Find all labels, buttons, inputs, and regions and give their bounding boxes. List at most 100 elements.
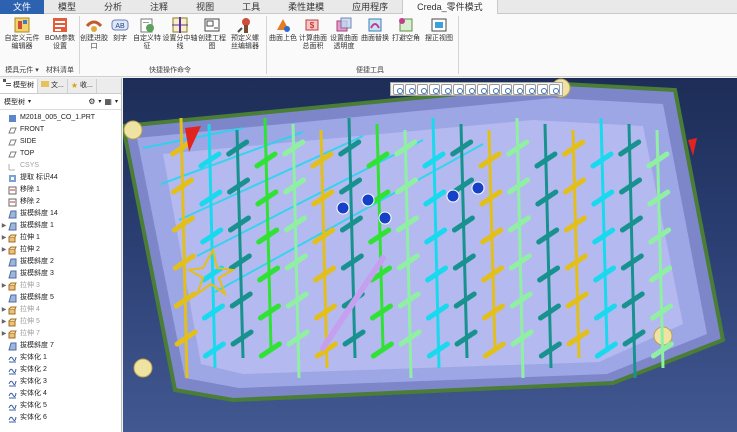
expand-arrow-icon[interactable]: ▶ (0, 280, 8, 292)
solidify-icon (8, 402, 17, 411)
tab-creda-part-mode[interactable]: Creda_零件模式 (402, 0, 498, 15)
cooling-hole (336, 201, 350, 215)
bom-icon (51, 16, 69, 34)
tab-folder-browser[interactable]: 文... (38, 78, 68, 93)
tree-item[interactable]: 实体化 2 (0, 364, 121, 376)
datum-display-icon[interactable] (477, 83, 488, 95)
tab-model-tree[interactable]: 模型树 (0, 78, 38, 93)
tree-item[interactable]: 实体化 6 (0, 412, 121, 424)
screw-editor-button[interactable]: 预定义螺丝编辑器 (228, 16, 262, 51)
repaint-icon[interactable] (429, 83, 440, 95)
plane-display-icon[interactable] (489, 83, 500, 95)
saved-views-icon[interactable] (453, 83, 464, 95)
tree-item[interactable]: ▶ 拉伸 7 (0, 328, 121, 340)
csys-icon (8, 162, 17, 171)
tab-model[interactable]: 模型 (44, 0, 90, 14)
set-center-axis-button[interactable]: 设置分中轴线 (162, 16, 198, 51)
tree-item[interactable]: ▶ 拉伸 4 (0, 304, 121, 316)
star-icon: ★ (70, 80, 79, 90)
tree-item-label: 拉伸 3 (20, 282, 40, 289)
tree-item[interactable]: 实体化 1 (0, 352, 121, 364)
mold-model-render[interactable] (123, 78, 737, 432)
corner-block (133, 358, 153, 378)
chevron-down-icon[interactable]: ▾ (115, 98, 118, 105)
custom-feature-button[interactable]: 自定义特征 (132, 16, 162, 51)
zoom-fit-icon[interactable] (393, 83, 404, 95)
tree-item[interactable]: ▶ 拉伸 1 (0, 232, 121, 244)
tab-file[interactable]: 文件 (0, 0, 45, 14)
expand-arrow-icon[interactable]: ▶ (0, 328, 8, 340)
annotation-display-icon[interactable] (537, 83, 548, 95)
tab-flexible-modeling[interactable]: 柔性建模 (274, 0, 338, 14)
axis-display-icon[interactable] (501, 83, 512, 95)
tab-analysis[interactable]: 分析 (90, 0, 136, 14)
tree-item[interactable]: 实体化 3 (0, 376, 121, 388)
surface-transparency-button[interactable]: 设置曲面透明度 (328, 16, 360, 51)
tree-item[interactable]: CSYS (0, 160, 121, 172)
tree-item[interactable]: 拔模斜度 7 (0, 340, 121, 352)
tree-item[interactable]: TOP (0, 148, 121, 160)
tree-item[interactable]: 拔模斜度 3 (0, 268, 121, 280)
tree-item[interactable]: 提取 标识44 (0, 172, 121, 184)
expand-arrow-icon[interactable]: ▶ (0, 304, 8, 316)
csys-display-icon[interactable] (525, 83, 536, 95)
tab-tools[interactable]: 工具 (228, 0, 274, 14)
solidify-icon (8, 366, 17, 375)
bom-settings-button[interactable]: BOM参数设置 (42, 16, 78, 51)
extrude-icon (8, 234, 17, 243)
settings-icon[interactable]: ⚙ (88, 97, 95, 106)
tree-item[interactable]: 实体化 5 (0, 400, 121, 412)
align-view-button[interactable]: 摆正视图 (422, 16, 456, 43)
display-style-icon[interactable] (465, 83, 476, 95)
cooling-hole (446, 189, 460, 203)
tree-item[interactable]: 拔模斜度 2 (0, 256, 121, 268)
surface-color-button[interactable]: 曲面上色 (266, 16, 300, 43)
expand-arrow-icon[interactable]: ▶ (0, 220, 8, 232)
zoom-out-icon[interactable] (417, 83, 428, 95)
tree-item[interactable]: FRONT (0, 124, 121, 136)
solidify-icon (8, 390, 17, 399)
point-display-icon[interactable] (513, 83, 524, 95)
tree-item[interactable]: 拔模斜度 14 (0, 208, 121, 220)
tree-item[interactable]: 实体化 4 (0, 388, 121, 400)
group-label-utilities: 便捷工具 (356, 67, 384, 74)
tree-item[interactable]: ▶ 拉伸 2 (0, 244, 121, 256)
tab-favorites[interactable]: ★ 收... (68, 78, 97, 93)
tree-item[interactable]: ▶ 拉伸 3 (0, 280, 121, 292)
create-gate-button[interactable]: 创建进胶口 (79, 16, 109, 51)
chevron-down-icon[interactable]: ▾ (98, 98, 101, 105)
surface-replace-button[interactable]: 曲面替换 (360, 16, 390, 43)
tree-item[interactable]: M2018_005_CO_1.PRT (0, 112, 121, 124)
transparency-icon (335, 16, 353, 34)
expand-arrow-icon[interactable]: ▶ (0, 316, 8, 328)
component-editor-icon (13, 16, 31, 34)
graphics-viewport[interactable] (123, 78, 737, 432)
surface-area-button[interactable]: $ 计算曲面总面积 (298, 16, 328, 51)
tree-item[interactable]: ▶ 拔模斜度 1 (0, 220, 121, 232)
tab-view[interactable]: 视图 (182, 0, 228, 14)
tree-item-label: 提取 标识44 (20, 174, 58, 181)
create-drawing-button[interactable]: 创建工程图 (196, 16, 228, 51)
spin-center-icon[interactable] (549, 83, 560, 95)
component-editor-button[interactable]: 自定义元件编辑器 (2, 16, 42, 51)
orient-icon[interactable] (441, 83, 452, 95)
model-tree-menu-label[interactable]: 模型树 (4, 97, 25, 107)
show-icon[interactable]: ▦ (104, 97, 112, 106)
tree-item[interactable]: SIDE (0, 136, 121, 148)
tree-item[interactable]: 拔模斜度 5 (0, 292, 121, 304)
tree-item[interactable]: 移除 2 (0, 196, 121, 208)
expand-arrow-icon[interactable]: ▶ (0, 232, 8, 244)
tree-item[interactable]: ▶ 拉伸 5 (0, 316, 121, 328)
group-label-mold-components[interactable]: 模具元件 ▾ (2, 65, 42, 75)
tab-applications[interactable]: 应用程序 (338, 0, 402, 14)
chevron-down-icon[interactable]: ▾ (28, 98, 31, 105)
clearance-corner-button[interactable]: 打避空角 (390, 16, 422, 43)
zoom-in-icon[interactable] (405, 83, 416, 95)
area-icon: $ (304, 16, 322, 34)
tree-item[interactable]: 移除 1 (0, 184, 121, 196)
expand-arrow-icon[interactable]: ▶ (0, 244, 8, 256)
tree-item-label: 拉伸 2 (20, 246, 40, 253)
corner-block (123, 120, 143, 140)
tab-annotate[interactable]: 注释 (136, 0, 182, 14)
engrave-button[interactable]: AB 刻字 (107, 16, 133, 43)
